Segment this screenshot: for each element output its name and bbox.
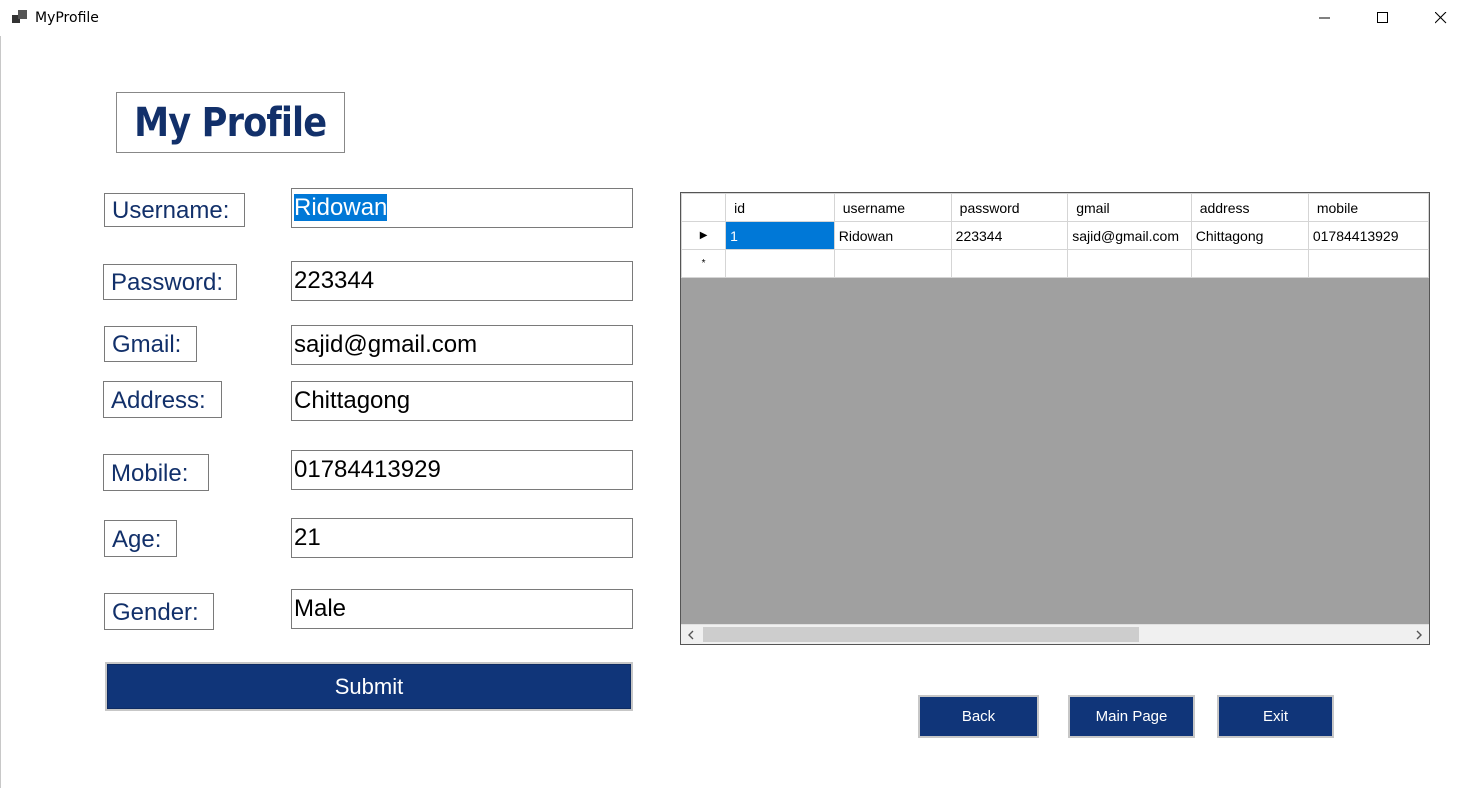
column-header-gmail[interactable]: gmail bbox=[1067, 193, 1192, 222]
grid-table: id username password gmail address mobil… bbox=[681, 193, 1429, 278]
table-cell[interactable]: 1 bbox=[725, 221, 835, 250]
minimize-icon[interactable] bbox=[1296, 0, 1354, 36]
username-value: Ridowan bbox=[294, 194, 388, 221]
scroll-left-icon[interactable] bbox=[681, 625, 701, 644]
age-label: Age: bbox=[104, 520, 177, 557]
exit-button[interactable]: Exit bbox=[1217, 695, 1334, 738]
table-cell[interactable]: sajid@gmail.com bbox=[1067, 221, 1192, 250]
current-row-indicator-icon[interactable]: ▶ bbox=[681, 221, 727, 250]
table-cell[interactable] bbox=[725, 249, 835, 278]
table-cell[interactable] bbox=[1190, 249, 1309, 278]
table-cell[interactable]: 01784413929 bbox=[1307, 221, 1429, 250]
app-icon bbox=[12, 10, 28, 24]
back-button-label: Back bbox=[961, 708, 996, 725]
table-row[interactable]: ▶ 1 Ridowan 223344 sajid@gmail.com Chitt… bbox=[681, 221, 1429, 250]
column-header-address[interactable]: address bbox=[1190, 193, 1309, 222]
table-cell[interactable]: Ridowan bbox=[833, 221, 952, 250]
username-input[interactable]: Ridowan bbox=[291, 188, 633, 228]
title-bar bbox=[0, 0, 1473, 36]
maximize-icon[interactable] bbox=[1354, 0, 1412, 36]
grid-corner-cell[interactable] bbox=[681, 193, 727, 222]
gmail-input[interactable]: sajid@gmail.com bbox=[291, 325, 633, 365]
age-input[interactable]: 21 bbox=[291, 518, 633, 558]
password-label: Password: bbox=[103, 264, 237, 300]
window-title: MyProfile bbox=[35, 10, 99, 26]
username-label: Username: bbox=[104, 193, 245, 227]
column-header-password[interactable]: password bbox=[950, 193, 1069, 222]
gender-input[interactable]: Male bbox=[291, 589, 633, 629]
table-cell[interactable]: Chittagong bbox=[1190, 221, 1309, 250]
page-title-box: My Profile bbox=[116, 92, 345, 153]
new-row[interactable]: * bbox=[681, 249, 1429, 278]
grid-header-row: id username password gmail address mobil… bbox=[681, 193, 1429, 222]
password-input[interactable]: 223344 bbox=[291, 261, 633, 301]
address-label: Address: bbox=[103, 381, 222, 418]
data-grid[interactable]: id username password gmail address mobil… bbox=[680, 192, 1430, 645]
submit-button[interactable]: Submit bbox=[105, 662, 633, 711]
back-button[interactable]: Back bbox=[918, 695, 1039, 738]
exit-button-label: Exit bbox=[1262, 708, 1288, 725]
column-header-mobile[interactable]: mobile bbox=[1307, 193, 1429, 222]
column-header-username[interactable]: username bbox=[833, 193, 952, 222]
table-cell[interactable] bbox=[833, 249, 952, 278]
gender-label: Gender: bbox=[104, 593, 214, 630]
scrollbar-thumb[interactable] bbox=[703, 627, 1139, 642]
window-border bbox=[0, 36, 1, 788]
page-title: My Profile bbox=[134, 99, 327, 146]
main-page-button[interactable]: Main Page bbox=[1068, 695, 1195, 738]
new-row-indicator-icon[interactable]: * bbox=[681, 249, 727, 278]
gmail-label: Gmail: bbox=[104, 326, 197, 362]
table-cell[interactable] bbox=[950, 249, 1069, 278]
mobile-label: Mobile: bbox=[103, 454, 209, 491]
table-cell[interactable]: 223344 bbox=[950, 221, 1069, 250]
address-input[interactable]: Chittagong bbox=[291, 381, 633, 421]
column-header-id[interactable]: id bbox=[725, 193, 835, 222]
scroll-right-icon[interactable] bbox=[1409, 625, 1429, 644]
horizontal-scrollbar[interactable] bbox=[681, 624, 1429, 644]
submit-label: Submit bbox=[334, 673, 404, 699]
table-cell[interactable] bbox=[1307, 249, 1429, 278]
main-page-button-label: Main Page bbox=[1095, 708, 1168, 725]
table-cell[interactable] bbox=[1067, 249, 1192, 278]
mobile-input[interactable]: 01784413929 bbox=[291, 450, 633, 490]
close-icon[interactable] bbox=[1412, 0, 1470, 36]
